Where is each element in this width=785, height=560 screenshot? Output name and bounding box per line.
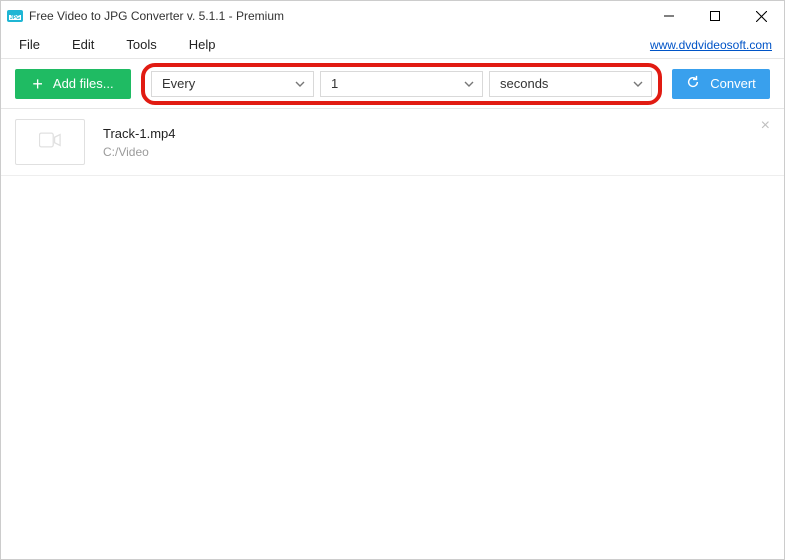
close-button[interactable]	[738, 1, 784, 31]
chevron-down-icon	[295, 79, 305, 89]
video-icon	[39, 132, 61, 153]
count-value: 1	[331, 76, 464, 91]
website-link[interactable]: www.dvdvideosoft.com	[650, 38, 772, 52]
file-list: Track-1.mp4 C:/Video ×	[1, 109, 784, 559]
convert-button[interactable]: Convert	[672, 69, 770, 99]
extraction-settings-group: Every 1 seconds	[141, 63, 662, 105]
menu-help[interactable]: Help	[189, 37, 216, 52]
window-controls	[646, 1, 784, 31]
file-name: Track-1.mp4	[103, 126, 770, 141]
mode-value: Every	[162, 76, 295, 91]
file-path: C:/Video	[103, 145, 770, 159]
file-info: Track-1.mp4 C:/Video	[103, 126, 770, 159]
add-files-button[interactable]: + Add files...	[15, 69, 131, 99]
app-icon: JPG	[7, 8, 23, 24]
menu-edit[interactable]: Edit	[72, 37, 94, 52]
chevron-down-icon	[633, 79, 643, 89]
refresh-icon	[686, 75, 700, 92]
plus-icon: +	[32, 75, 43, 93]
count-dropdown[interactable]: 1	[320, 71, 483, 97]
file-thumbnail	[15, 119, 85, 165]
remove-file-button[interactable]: ×	[761, 117, 770, 135]
file-row[interactable]: Track-1.mp4 C:/Video ×	[1, 109, 784, 176]
svg-text:JPG: JPG	[10, 15, 20, 21]
toolbar: + Add files... Every 1 seconds Convert	[1, 59, 784, 109]
menu-file[interactable]: File	[19, 37, 40, 52]
menu-tools[interactable]: Tools	[126, 37, 156, 52]
convert-label: Convert	[710, 76, 756, 91]
close-icon: ×	[761, 117, 770, 134]
add-files-label: Add files...	[53, 76, 114, 91]
menu-bar: File Edit Tools Help www.dvdvideosoft.co…	[1, 31, 784, 59]
mode-dropdown[interactable]: Every	[151, 71, 314, 97]
chevron-down-icon	[464, 79, 474, 89]
maximize-button[interactable]	[692, 1, 738, 31]
unit-dropdown[interactable]: seconds	[489, 71, 652, 97]
title-bar: JPG Free Video to JPG Converter v. 5.1.1…	[1, 1, 784, 31]
minimize-button[interactable]	[646, 1, 692, 31]
window-title: Free Video to JPG Converter v. 5.1.1 - P…	[29, 9, 646, 23]
unit-value: seconds	[500, 76, 633, 91]
